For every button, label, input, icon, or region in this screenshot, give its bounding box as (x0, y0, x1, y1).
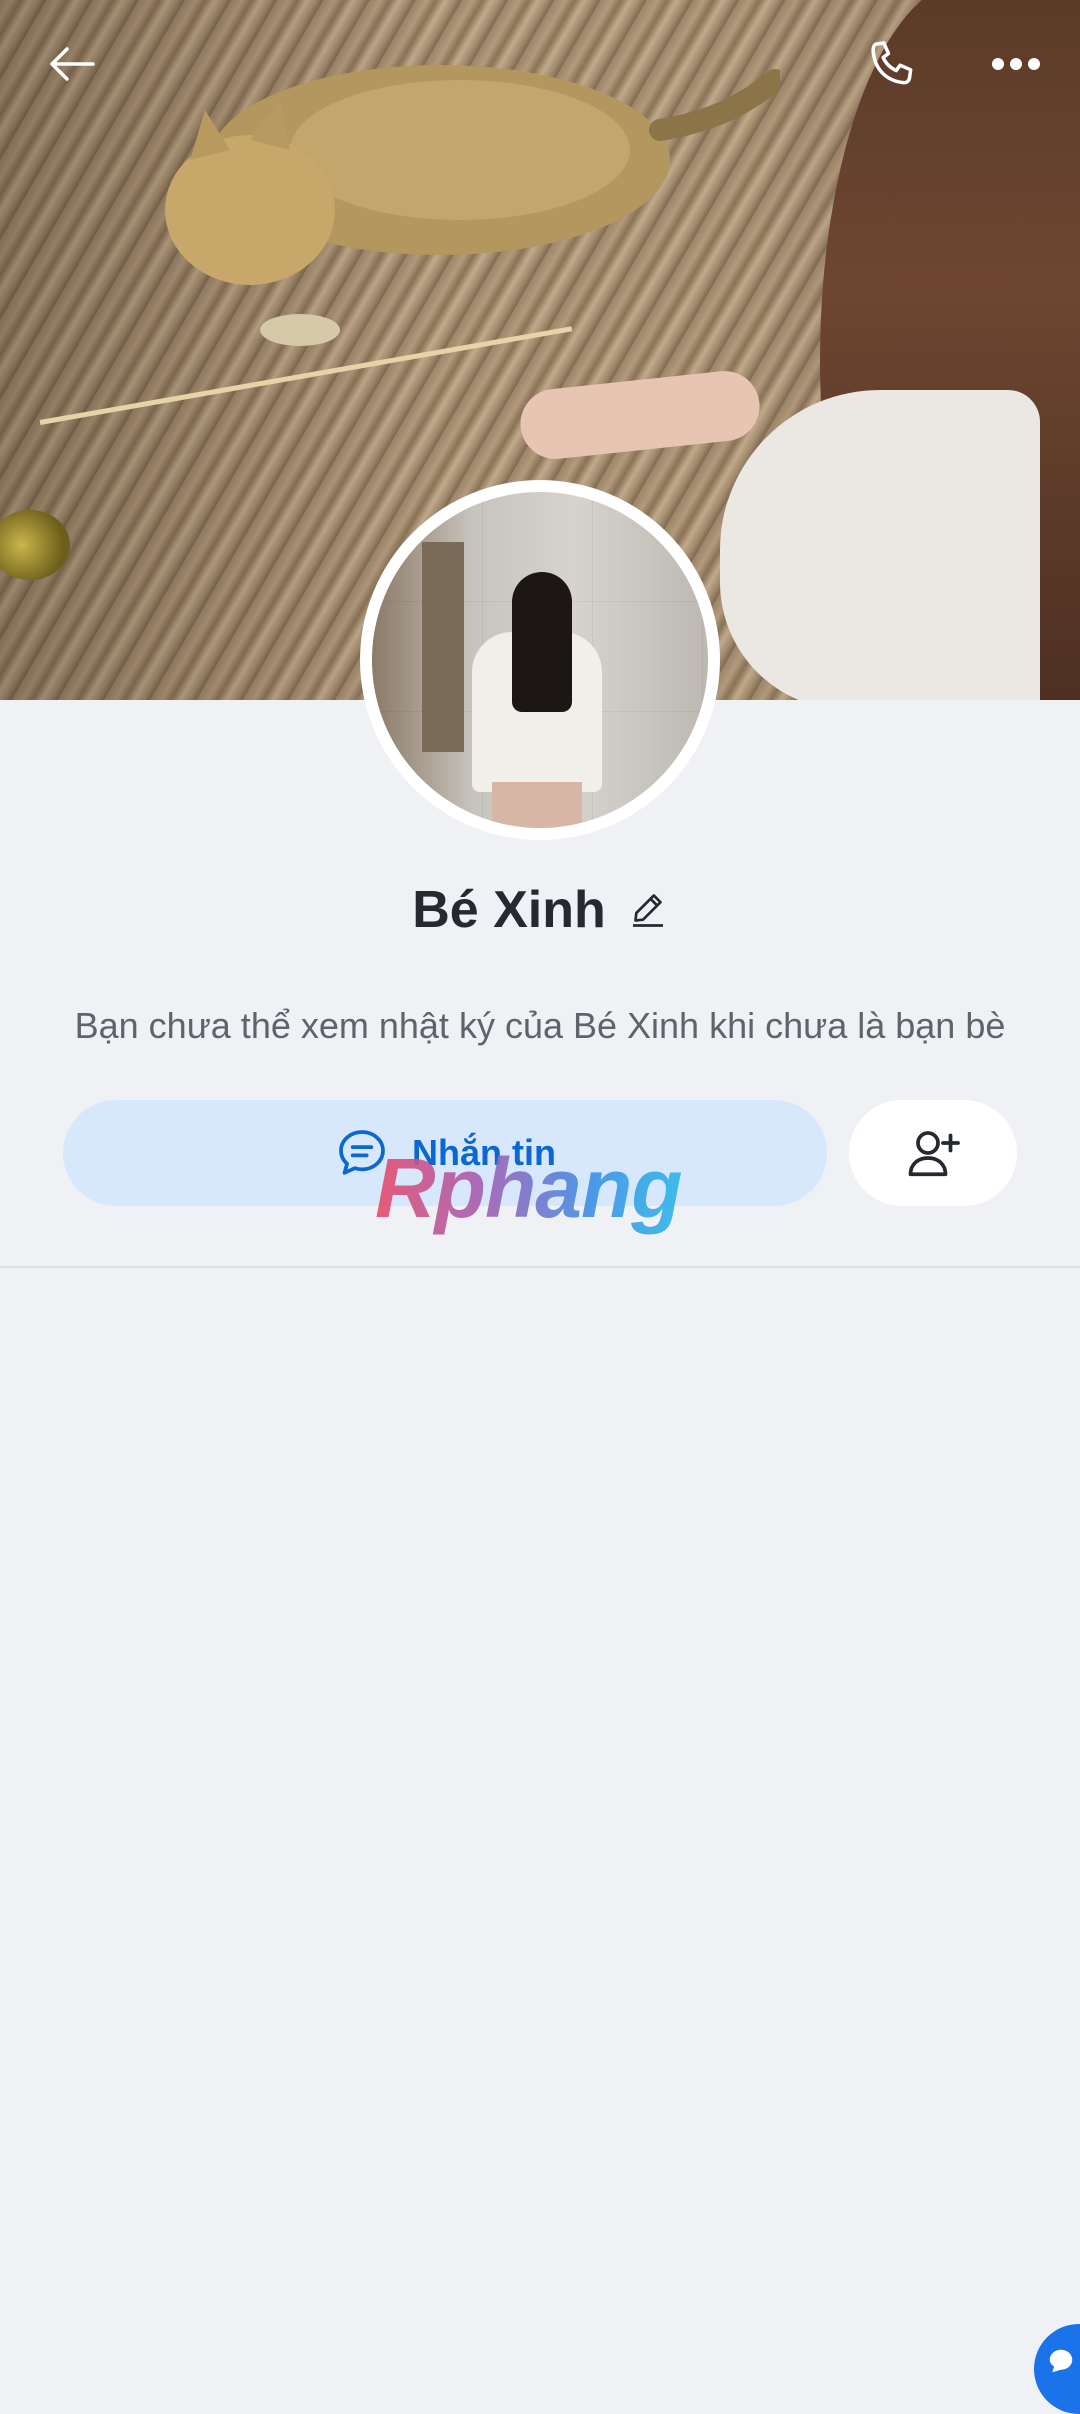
more-horizontal-icon (992, 58, 1040, 70)
avatar-niche (422, 542, 464, 752)
section-divider (0, 1266, 1080, 1268)
cover-shirt (720, 390, 1040, 700)
back-button[interactable] (32, 24, 112, 104)
pencil-icon (632, 893, 663, 927)
arrow-left-icon (50, 47, 95, 81)
phone-icon (871, 41, 913, 85)
chat-fab[interactable] (1034, 2324, 1080, 2414)
avatar[interactable] (372, 492, 708, 828)
call-button[interactable] (852, 24, 932, 104)
add-friend-button[interactable] (849, 1100, 1017, 1206)
avatar-ring[interactable] (360, 480, 720, 840)
watermark-logo: Rphang (375, 1141, 683, 1235)
avatar-person-legs (492, 782, 582, 828)
profile-name-row: Bé Xinh (0, 870, 1080, 950)
edit-name-button[interactable] (628, 888, 668, 933)
top-bar (0, 0, 1080, 130)
profile-name: Bé Xinh (412, 881, 606, 939)
add-user-icon (908, 1131, 960, 1177)
avatar-person-hair (512, 572, 572, 712)
more-button[interactable] (976, 24, 1056, 104)
chat-icon (1049, 2349, 1073, 2373)
diary-notice: Bạn chưa thể xem nhật ký của Bé Xinh khi… (74, 1005, 1006, 1046)
